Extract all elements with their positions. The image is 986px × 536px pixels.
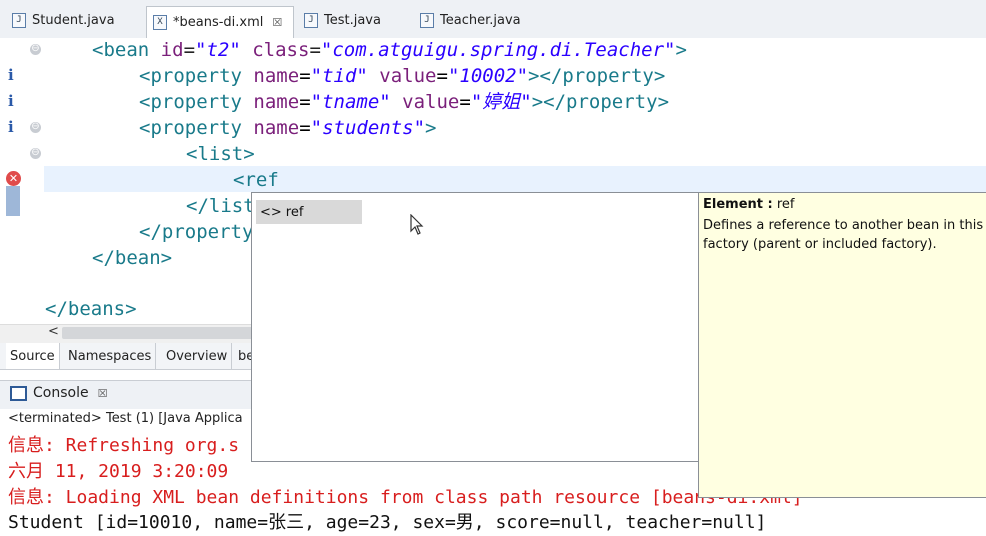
tab-label: *beans-di.xml	[173, 15, 264, 30]
doc-title: Element : ref	[703, 197, 795, 212]
doc-title-value: ref	[776, 197, 795, 212]
code-line[interactable]: <list>	[186, 141, 255, 167]
tab-beans-di-xml[interactable]: X *beans-di.xml ☒	[146, 6, 294, 38]
info-marker-icon: i	[8, 92, 14, 110]
xml-file-icon: X	[153, 15, 167, 30]
error-icon: ✕	[6, 171, 21, 186]
code-line[interactable]: <property name="tid" value="10002"></pro…	[139, 63, 665, 89]
scroll-left-icon[interactable]: <	[48, 324, 59, 339]
tab-label: Test.java	[324, 12, 381, 28]
code-line[interactable]: </bean>	[92, 245, 172, 271]
close-icon[interactable]: ☒	[98, 387, 108, 400]
java-file-icon: J	[304, 12, 318, 28]
code-line[interactable]: </list	[186, 193, 255, 219]
code-line[interactable]: </property	[139, 219, 253, 245]
console-title: Console	[33, 385, 89, 401]
tab-teacher-java[interactable]: J Teacher.java	[414, 7, 527, 33]
doc-body: Defines a reference to another bean in t…	[703, 218, 984, 252]
tab-namespaces[interactable]: Namespaces	[64, 343, 157, 369]
code-line-current[interactable]: <ref	[233, 167, 279, 193]
info-marker-icon: i	[8, 118, 14, 136]
console-line: 信息: Loading XML bean definitions from cl…	[8, 487, 803, 508]
console-line: 六月 11, 2019 3:20:09	[8, 461, 240, 482]
fold-icon[interactable]: ⊖	[30, 122, 41, 133]
error-annotation-bar	[6, 186, 20, 216]
tab-test-java[interactable]: J Test.java	[298, 7, 387, 33]
terminated-label: <terminated> Test (1) [Java Applica	[8, 411, 243, 426]
current-line-highlight	[44, 166, 986, 192]
info-marker-icon: i	[8, 66, 14, 84]
java-file-icon: J	[12, 12, 26, 28]
fold-icon[interactable]: ⊖	[30, 148, 41, 159]
documentation-popup: Element : ref Defines a reference to ano…	[698, 192, 986, 498]
close-icon[interactable]: ☒	[272, 16, 282, 29]
code-line[interactable]: <property name="tname" value="婷姐"></prop…	[139, 89, 669, 115]
tab-overview[interactable]: Overview	[162, 343, 233, 369]
console-line: Student [id=10010, name=张三, age=23, sex=…	[8, 512, 767, 533]
code-line[interactable]: </beans>	[45, 296, 137, 322]
tab-label: Student.java	[32, 12, 115, 28]
console-line: 信息: Refreshing org.s	[8, 435, 240, 456]
xml-element-icon: <>	[260, 204, 282, 220]
console-icon	[10, 385, 27, 401]
code-line[interactable]: <bean id="t2" class="com.atguigu.spring.…	[92, 37, 687, 63]
doc-title-label: Element :	[703, 197, 773, 212]
tab-student-java[interactable]: J Student.java	[6, 7, 121, 33]
mouse-pointer-icon	[410, 214, 424, 235]
console-tab[interactable]: Console ☒	[10, 385, 107, 401]
content-assist-popup[interactable]	[251, 192, 699, 462]
java-file-icon: J	[420, 12, 434, 28]
content-assist-item-label: ref	[285, 204, 304, 220]
code-line[interactable]: <property name="students">	[139, 115, 436, 141]
tab-label: Teacher.java	[440, 12, 521, 28]
tab-source[interactable]: Source	[6, 343, 60, 369]
content-assist-item-ref[interactable]: <> ref	[256, 200, 362, 224]
fold-icon[interactable]: ⊖	[30, 44, 41, 55]
